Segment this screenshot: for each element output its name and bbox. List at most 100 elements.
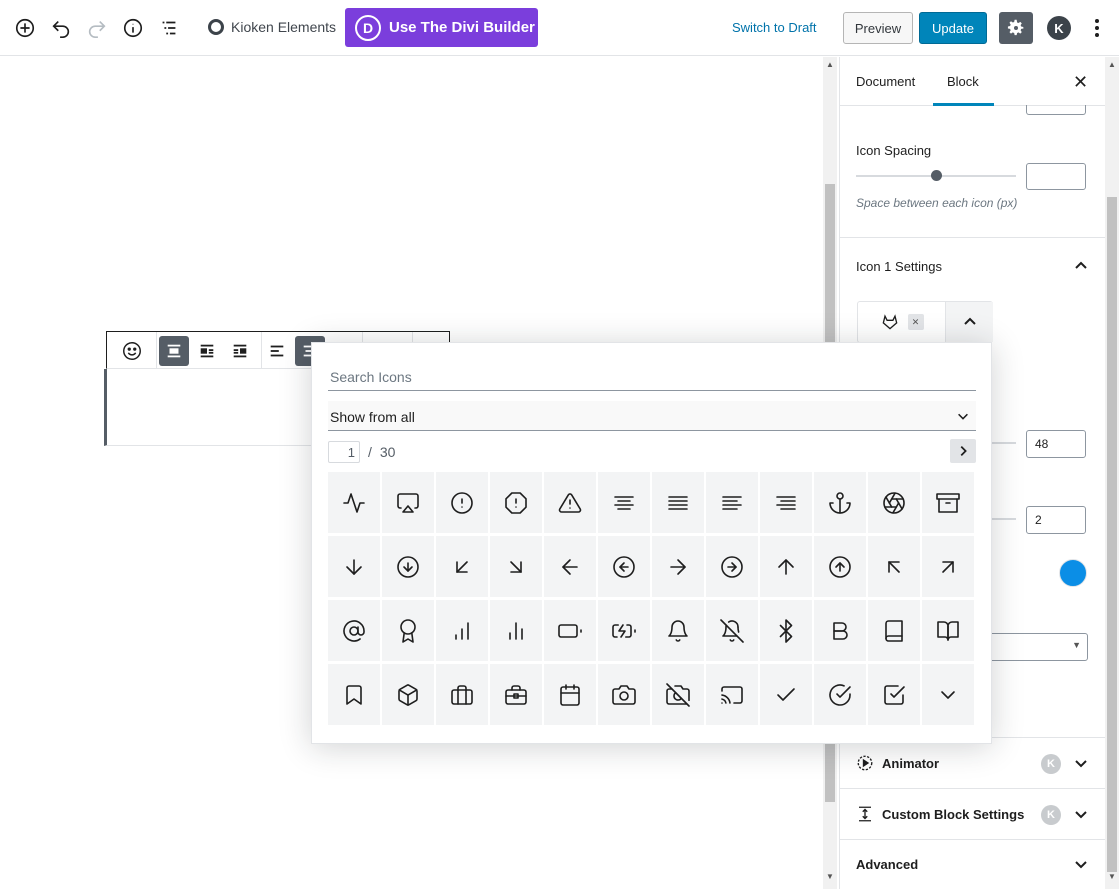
cast-icon[interactable] (706, 664, 758, 725)
airplay-icon[interactable] (382, 472, 434, 533)
battery-charging-icon[interactable] (598, 600, 650, 661)
arrow-down-right-icon[interactable] (490, 536, 542, 597)
anchor-icon[interactable] (814, 472, 866, 533)
sidebar-scrollbar-thumb[interactable] (1107, 197, 1117, 872)
arrow-up-right-icon[interactable] (922, 536, 974, 597)
info-icon[interactable] (119, 14, 147, 42)
kioken-avatar[interactable]: K (1047, 16, 1071, 40)
arrow-up-left-icon[interactable] (868, 536, 920, 597)
advanced-panel-title[interactable]: Advanced (856, 857, 918, 872)
collapse-picker-button[interactable] (945, 302, 993, 342)
undo-icon[interactable] (47, 14, 75, 42)
icon-set-filter-select[interactable]: Show from all (328, 401, 976, 431)
settings-button[interactable] (999, 12, 1033, 44)
camera-icon[interactable] (598, 664, 650, 725)
bold-icon[interactable] (814, 600, 866, 661)
align-wrap-left-icon[interactable] (192, 336, 222, 366)
arrow-down-left-icon[interactable] (436, 536, 488, 597)
next-page-button[interactable] (950, 439, 976, 463)
scroll-up-icon[interactable]: ▲ (826, 60, 834, 69)
use-divi-builder-button[interactable]: D Use The Divi Builder (345, 8, 538, 47)
alert-circle-icon[interactable] (436, 472, 488, 533)
border-width-slider[interactable] (990, 518, 1016, 520)
icon-block-body[interactable] (104, 369, 324, 446)
battery-icon[interactable] (544, 600, 596, 661)
check-circle-icon[interactable] (814, 664, 866, 725)
previous-number-input[interactable] (1026, 105, 1086, 115)
icon1-settings-title[interactable]: Icon 1 Settings (856, 259, 942, 274)
more-options-icon[interactable] (1088, 16, 1106, 40)
calendar-icon[interactable] (544, 664, 596, 725)
bar-chart-icon[interactable] (436, 600, 488, 661)
align-left-icon[interactable] (706, 472, 758, 533)
icon-size-slider[interactable] (990, 442, 1016, 444)
scroll-up-icon[interactable]: ▲ (1108, 60, 1116, 69)
align-center-icon[interactable] (598, 472, 650, 533)
chevron-up-icon[interactable] (1073, 258, 1089, 274)
aperture-icon[interactable] (868, 472, 920, 533)
icon-size-input[interactable]: 48 (1026, 430, 1086, 458)
book-icon[interactable] (868, 600, 920, 661)
arrow-left-icon[interactable] (544, 536, 596, 597)
briefcase-icon[interactable] (436, 664, 488, 725)
box-icon[interactable] (382, 664, 434, 725)
remove-icon[interactable]: ✕ (907, 314, 924, 330)
block-type-emoji-icon[interactable] (117, 336, 147, 366)
custom-block-settings-title[interactable]: Custom Block Settings (882, 807, 1024, 822)
icon-spacing-input[interactable] (1026, 163, 1086, 190)
align-right-icon[interactable] (760, 472, 812, 533)
icon-color-swatch[interactable] (1059, 559, 1087, 587)
check-square-icon[interactable] (868, 664, 920, 725)
activity-icon[interactable] (328, 472, 380, 533)
arrow-left-circle-icon[interactable] (598, 536, 650, 597)
text-align-left-icon[interactable] (262, 336, 292, 366)
align-none-icon[interactable] (159, 336, 189, 366)
camera-off-icon[interactable] (652, 664, 704, 725)
arrow-up-icon[interactable] (760, 536, 812, 597)
icon-spacing-slider-handle[interactable] (931, 170, 942, 181)
bell-off-icon[interactable] (706, 600, 758, 661)
arrow-down-icon[interactable] (328, 536, 380, 597)
chevron-down-icon[interactable] (1073, 755, 1089, 771)
scroll-down-icon[interactable]: ▼ (826, 872, 834, 881)
tab-document[interactable]: Document (856, 74, 915, 89)
close-icon[interactable]: ✕ (1073, 72, 1088, 93)
style-select[interactable]: ▼ (988, 633, 1088, 661)
book-open-icon[interactable] (922, 600, 974, 661)
chevron-down-icon[interactable] (922, 664, 974, 725)
bookmark-icon[interactable] (328, 664, 380, 725)
bell-icon[interactable] (652, 600, 704, 661)
arrow-up-circle-icon[interactable] (814, 536, 866, 597)
at-sign-icon[interactable] (328, 600, 380, 661)
archive-icon[interactable] (922, 472, 974, 533)
update-button[interactable]: Update (919, 12, 987, 44)
arrow-down-circle-icon[interactable] (382, 536, 434, 597)
alert-triangle-icon[interactable] (544, 472, 596, 533)
switch-to-draft-link[interactable]: Switch to Draft (732, 20, 817, 35)
chevron-down-icon[interactable] (1073, 856, 1089, 872)
search-icons-input[interactable] (328, 363, 976, 391)
preview-button[interactable]: Preview (843, 12, 913, 44)
redo-icon[interactable] (83, 14, 111, 42)
briefcase-alt-icon[interactable] (490, 664, 542, 725)
arrow-right-icon[interactable] (652, 536, 704, 597)
add-block-icon[interactable] (11, 14, 39, 42)
award-icon[interactable] (382, 600, 434, 661)
border-width-input[interactable]: 2 (1026, 506, 1086, 534)
animator-panel-title[interactable]: Animator (882, 756, 939, 771)
tab-block[interactable]: Block (947, 74, 979, 89)
arrow-right-circle-icon[interactable] (706, 536, 758, 597)
sidebar-scrollbar[interactable]: ▲ ▼ (1105, 57, 1119, 889)
check-icon[interactable] (760, 664, 812, 725)
align-justify-icon[interactable] (652, 472, 704, 533)
page-number-input[interactable]: 1 (328, 441, 360, 463)
icon-picker-toggle[interactable]: ✕ (857, 301, 993, 343)
kioken-elements-button[interactable]: Kioken Elements (208, 19, 336, 35)
bar-chart-2-icon[interactable] (490, 600, 542, 661)
align-wrap-right-icon[interactable] (225, 336, 255, 366)
bluetooth-icon[interactable] (760, 600, 812, 661)
scroll-down-icon[interactable]: ▼ (1108, 872, 1116, 881)
chevron-down-icon[interactable] (1073, 806, 1089, 822)
alert-octagon-icon[interactable] (490, 472, 542, 533)
selected-icon[interactable]: ✕ (858, 302, 945, 342)
